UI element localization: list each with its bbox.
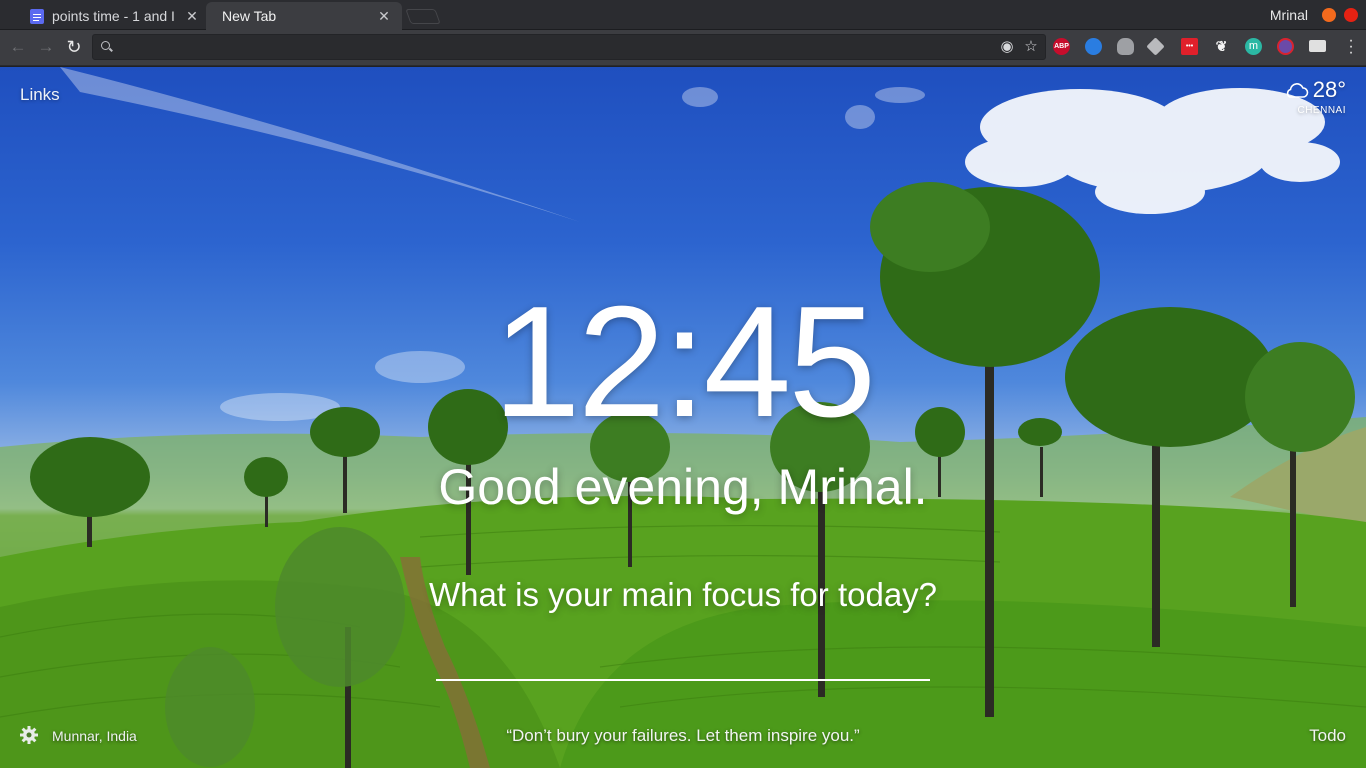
bookmark-star-icon[interactable]: ☆ xyxy=(1023,39,1039,55)
tab-new-tab[interactable]: New Tab ✕ xyxy=(206,2,402,30)
focus-question: What is your main focus for today? xyxy=(428,576,938,613)
forward-arrow-icon[interactable]: → xyxy=(36,37,56,57)
extension-icon-gnome[interactable]: ❦ xyxy=(1213,38,1230,55)
browser-toolbar: ← → ↻ ◉ ☆ ABP ••• ❦ m · · · xyxy=(0,30,1366,66)
greeting: Good evening, Mrinal. xyxy=(438,459,928,515)
new-tab-button[interactable] xyxy=(405,9,441,24)
google-docs-icon xyxy=(30,8,44,24)
todo-link[interactable]: Todo xyxy=(1309,726,1346,746)
window-close-button[interactable] xyxy=(1344,8,1358,22)
search-icon xyxy=(101,41,110,50)
extension-icon-red-dots[interactable]: ••• xyxy=(1181,38,1198,55)
extension-icon-layers[interactable] xyxy=(1146,37,1165,56)
address-bar[interactable]: ◉ ☆ xyxy=(92,34,1046,60)
momentum-icon[interactable]: m xyxy=(1245,38,1262,55)
extension-icon-block[interactable] xyxy=(1277,38,1294,55)
reload-icon[interactable]: ↻ xyxy=(64,37,84,57)
clock: 12:45 xyxy=(492,274,876,450)
title-bar: points time - 1 and I ✕ New Tab ✕ Mrinal xyxy=(0,0,1366,30)
focus-input[interactable] xyxy=(436,645,930,681)
temperature: 28° xyxy=(1312,77,1346,102)
tab-docs[interactable]: points time - 1 and I ✕ xyxy=(14,2,210,30)
cloud-icon xyxy=(1286,83,1309,98)
links-link[interactable]: Links xyxy=(20,85,60,105)
weather-city: CHENNAI xyxy=(1297,105,1346,116)
tab-title: points time - 1 and I xyxy=(52,8,175,24)
close-icon[interactable]: ✕ xyxy=(376,8,392,25)
back-arrow-icon[interactable]: ← xyxy=(8,37,28,57)
weather-widget[interactable]: 28° CHENNAI xyxy=(1283,77,1346,116)
address-input[interactable] xyxy=(121,38,991,56)
daily-quote: “Don’t bury your failures. Let them insp… xyxy=(506,726,860,745)
momentum-dashboard: Links 28° CHENNAI 12:45 Good evening, Mr… xyxy=(0,67,1366,768)
extension-icon-grey[interactable] xyxy=(1117,38,1134,55)
extension-icon-blue[interactable] xyxy=(1085,38,1102,55)
tab-title: New Tab xyxy=(222,8,277,24)
profile-name[interactable]: Mrinal xyxy=(1270,7,1308,23)
minimize-button[interactable] xyxy=(1322,8,1336,22)
extension-icon-card[interactable] xyxy=(1309,40,1326,52)
adblock-plus-icon[interactable]: ABP xyxy=(1053,38,1070,55)
location-target-icon[interactable]: ◉ xyxy=(999,39,1015,55)
close-icon[interactable]: ✕ xyxy=(184,8,200,25)
menu-dots-icon[interactable]: · · · xyxy=(1348,33,1354,61)
